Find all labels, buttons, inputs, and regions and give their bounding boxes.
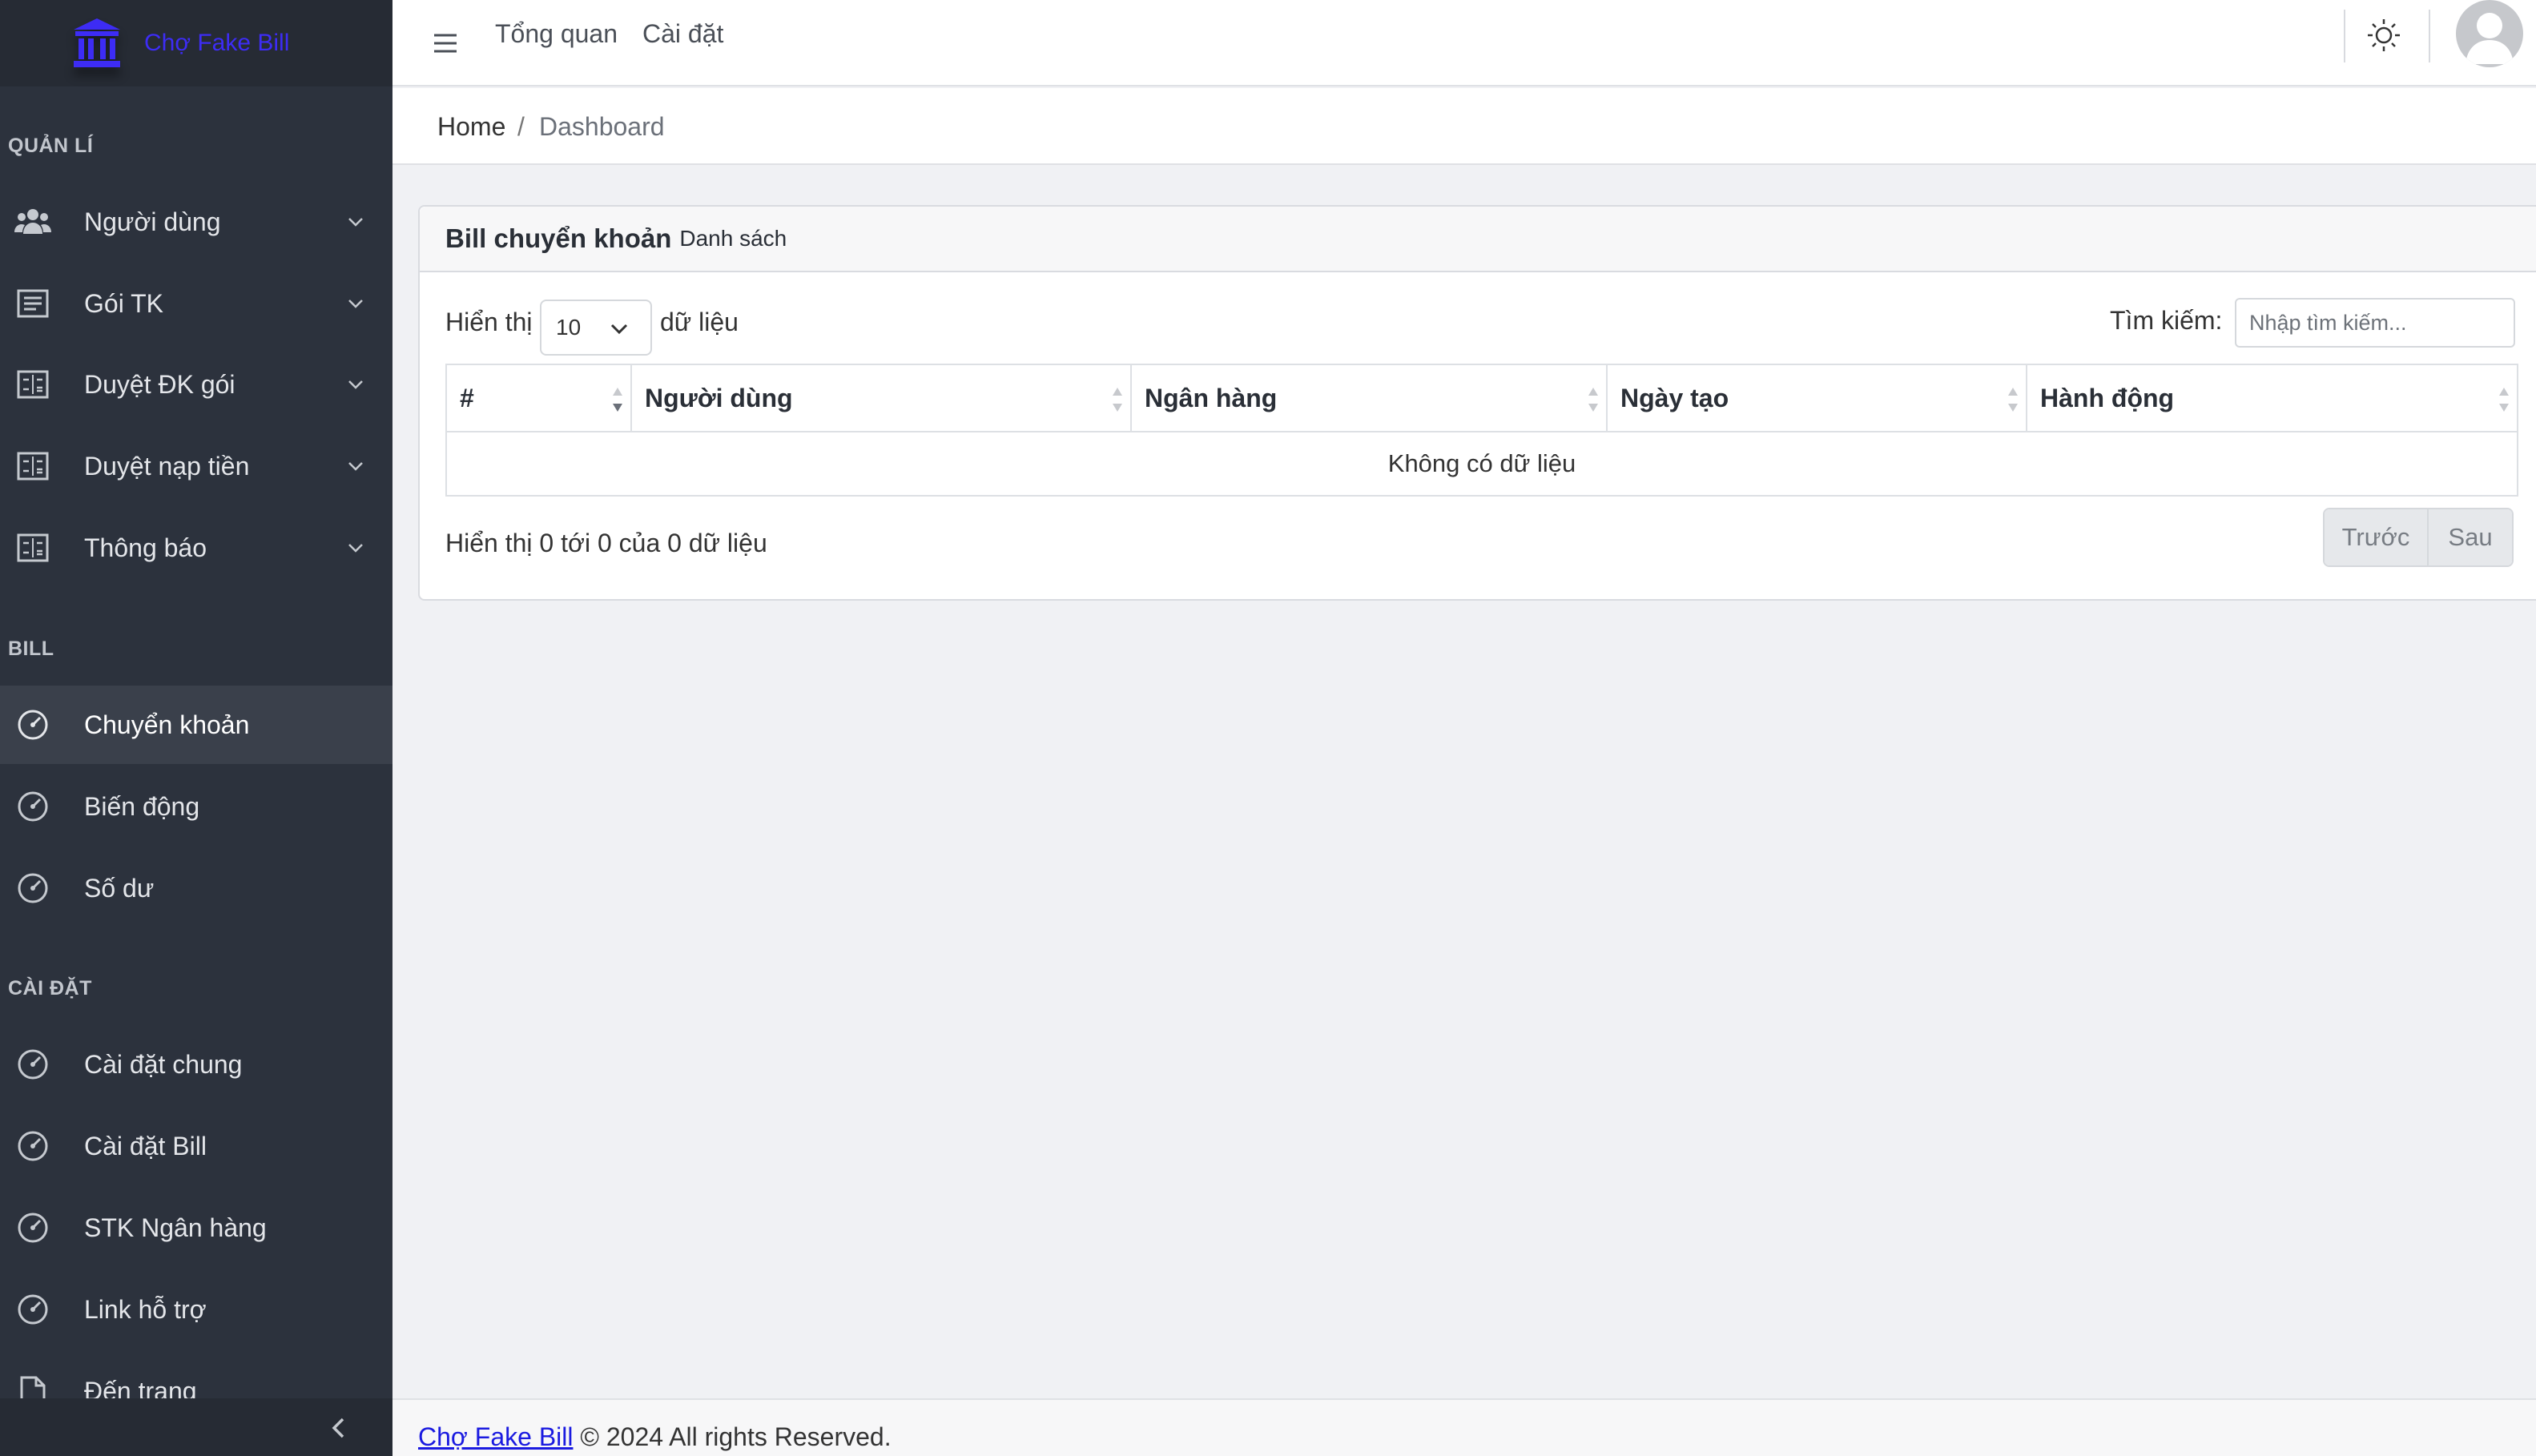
calculator-icon (14, 529, 51, 566)
calculator-icon (14, 448, 51, 485)
page-length-select[interactable]: 10 (540, 300, 652, 356)
sidebar-item-label: Chuyển khoản (84, 710, 250, 739)
length-suffix: dữ liệu (660, 308, 739, 336)
sidebar-item-support-link[interactable]: Link hỗ trợ (0, 1270, 392, 1349)
sort-icon (1587, 386, 1600, 413)
sidebar-item-general-settings[interactable]: Cài đặt chung (0, 1025, 392, 1104)
transfer-bill-card: Bill chuyển khoản Danh sách Hiển thị 10 … (418, 205, 2536, 601)
breadcrumb-separator: / (517, 112, 525, 141)
sidebar-item-label: Cài đặt chung (84, 1049, 243, 1079)
column-header-index[interactable]: # (445, 364, 632, 432)
speedometer-icon (14, 1128, 51, 1164)
speedometer-icon (14, 870, 51, 907)
column-header-label: Người dùng (645, 383, 793, 412)
list-icon (14, 285, 51, 322)
sidebar-item-account-packages[interactable]: Gói TK (0, 264, 392, 343)
column-header-label: # (460, 383, 474, 412)
sort-icon (2007, 386, 2019, 413)
header-divider (2429, 10, 2430, 62)
sort-icon (1111, 386, 1124, 413)
sidebar-item-label: Người dùng (84, 207, 221, 236)
speedometer-icon (14, 788, 51, 825)
pagination: Trước Sau (2323, 508, 2514, 567)
footer-brand-link[interactable]: Chợ Fake Bill (418, 1422, 573, 1451)
sidebar-item-transfer[interactable]: Chuyển khoản (0, 686, 392, 764)
sidebar-item-label: STK Ngân hàng (84, 1213, 267, 1242)
brand-name: Chợ Fake Bill (144, 30, 290, 56)
speedometer-icon (14, 1046, 51, 1083)
nav-section-title-settings: CÀI ĐẶT (8, 977, 92, 999)
sidebar: Chợ Fake Bill QUẢN LÍ BILL CÀI ĐẶT Người… (0, 0, 392, 1456)
top-header: Tổng quan Cài đặt (392, 0, 2536, 86)
chevron-left-icon[interactable] (327, 1416, 351, 1440)
sort-icon (2498, 386, 2510, 413)
page-footer: Chợ Fake Bill © 2024 All rights Reserved… (392, 1398, 2536, 1456)
card-subtitle: Danh sách (679, 226, 787, 251)
sidebar-item-approve-package[interactable]: Duyệt ĐK gói (0, 345, 392, 424)
sidebar-item-label: Thông báo (84, 533, 207, 562)
chevron-down-icon (609, 320, 630, 338)
chevron-down-icon (346, 212, 365, 231)
nav-section-title-management: QUẢN LÍ (8, 135, 94, 157)
brand[interactable]: Chợ Fake Bill (0, 0, 392, 86)
header-divider (2344, 10, 2345, 62)
previous-page-button[interactable]: Trước (2325, 509, 2429, 565)
sidebar-item-label: Duyệt ĐK gói (84, 369, 235, 399)
sidebar-item-bill-settings[interactable]: Cài đặt Bill (0, 1107, 392, 1185)
column-header-user[interactable]: Người dùng (630, 364, 1132, 432)
bank-icon (72, 17, 122, 70)
menu-icon[interactable] (426, 24, 465, 62)
chevron-down-icon (346, 294, 365, 313)
sidebar-item-label: Gói TK (84, 288, 163, 318)
calculator-icon (14, 366, 51, 403)
sidebar-item-transactions[interactable]: Biến động (0, 767, 392, 846)
sidebar-footer (0, 1398, 392, 1456)
search-input[interactable] (2235, 298, 2515, 348)
speedometer-icon (14, 1209, 51, 1246)
sidebar-item-label: Cài đặt Bill (84, 1131, 207, 1160)
table-info: Hiển thị 0 tới 0 của 0 dữ liệu (445, 529, 767, 557)
column-header-actions[interactable]: Hành động (2026, 364, 2518, 432)
header-link-settings[interactable]: Cài đặt (642, 19, 723, 49)
sidebar-item-label: Biến động (84, 791, 200, 821)
column-header-label: Hành động (2040, 383, 2175, 412)
nav-section-title-bill: BILL (8, 638, 54, 660)
chevron-down-icon (346, 457, 365, 476)
table-row: Không có dữ liệu (445, 431, 2518, 497)
length-prefix: Hiển thị (445, 308, 533, 336)
speedometer-icon (14, 706, 51, 743)
chevron-down-icon (346, 375, 365, 394)
sidebar-item-notifications[interactable]: Thông báo (0, 509, 392, 587)
card-title: Bill chuyển khoản (445, 223, 672, 253)
sidebar-item-label: Duyệt nạp tiền (84, 451, 250, 481)
column-header-label: Ngân hàng (1145, 383, 1278, 412)
breadcrumb-current: Dashboard (539, 112, 665, 141)
sidebar-item-label: Link hỗ trợ (84, 1294, 207, 1324)
table-header-row: # Người dùng Ngân hàng Ngày tạo Hành độn… (445, 364, 2518, 432)
users-icon (14, 203, 51, 240)
sun-icon[interactable] (2365, 16, 2403, 54)
sidebar-item-bank-accounts[interactable]: STK Ngân hàng (0, 1189, 392, 1267)
chevron-down-icon (346, 538, 365, 557)
search-label: Tìm kiếm: (2110, 306, 2223, 335)
footer-copyright: © 2024 All rights Reserved. (580, 1422, 892, 1451)
data-table: # Người dùng Ngân hàng Ngày tạo Hành độn… (445, 364, 2518, 497)
breadcrumb-home[interactable]: Home (437, 112, 505, 142)
sidebar-item-users[interactable]: Người dùng (0, 183, 392, 261)
page-length-value: 10 (556, 315, 582, 340)
sort-icon (611, 386, 624, 413)
column-header-created-date[interactable]: Ngày tạo (1606, 364, 2027, 432)
avatar[interactable] (2456, 0, 2523, 67)
speedometer-icon (14, 1291, 51, 1328)
sidebar-item-approve-deposit[interactable]: Duyệt nạp tiền (0, 427, 392, 505)
card-header: Bill chuyển khoản Danh sách (420, 207, 2536, 272)
sidebar-item-balance[interactable]: Số dư (0, 849, 392, 927)
column-header-label: Ngày tạo (1620, 383, 1729, 412)
next-page-button[interactable]: Sau (2429, 509, 2512, 565)
header-link-overview[interactable]: Tổng quan (495, 19, 618, 49)
sidebar-item-label: Số dư (84, 873, 155, 903)
breadcrumb: Home / Dashboard (392, 88, 2536, 165)
column-header-bank[interactable]: Ngân hàng (1130, 364, 1608, 432)
empty-table-message: Không có dữ liệu (445, 431, 2518, 497)
